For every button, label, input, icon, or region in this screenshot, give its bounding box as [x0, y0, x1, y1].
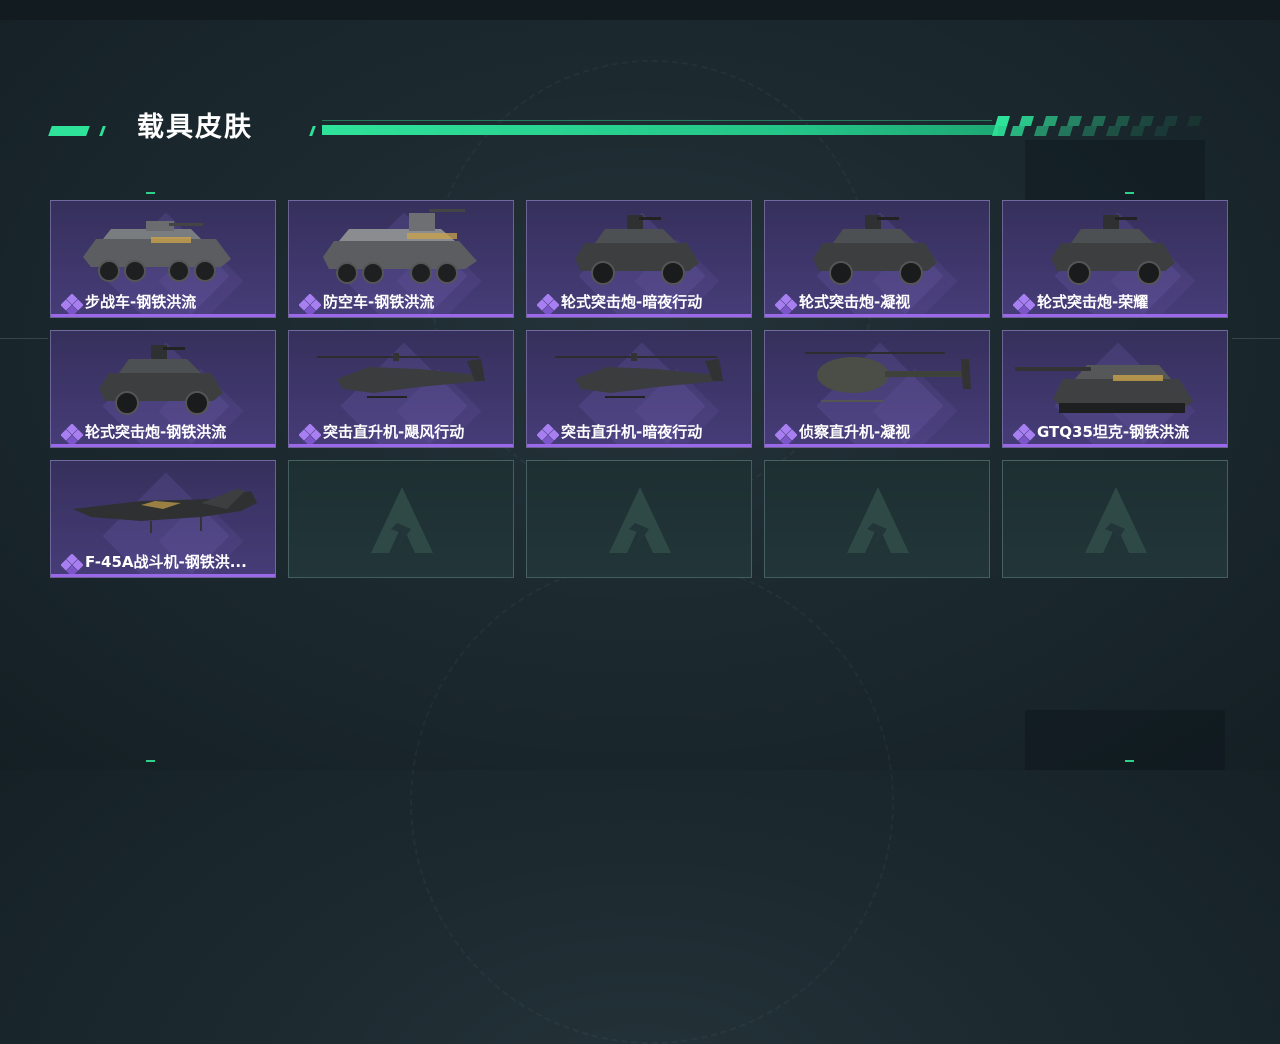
placeholder-logo-icon: [1085, 487, 1147, 553]
skin-card[interactable]: 突击直升机-暗夜行动: [526, 330, 752, 448]
skin-name: GTQ35坦克-钢铁洪流: [1037, 423, 1190, 441]
rarity-bar: [1003, 444, 1227, 447]
skin-name: 轮式突击炮-荣耀: [1037, 293, 1149, 311]
empty-skin-slot: [526, 460, 752, 578]
skin-name: 轮式突击炮-钢铁洪流: [85, 423, 227, 441]
empty-skin-slot: [288, 460, 514, 578]
rarity-bar: [765, 314, 989, 317]
skin-card[interactable]: GTQ35坦克-钢铁洪流: [1002, 330, 1228, 448]
empty-skin-slot: [1002, 460, 1228, 578]
rarity-bar: [765, 444, 989, 447]
skin-name: 轮式突击炮-暗夜行动: [561, 293, 703, 311]
corner-marker: [146, 192, 155, 194]
rarity-bar: [51, 444, 275, 447]
header-thin-line: [322, 120, 992, 121]
rarity-gem-icon: [61, 424, 83, 446]
side-line: [0, 338, 48, 339]
rarity-gem-icon: [299, 424, 321, 446]
skin-card[interactable]: F-45A战斗机-钢铁洪...: [50, 460, 276, 578]
skin-name: 侦察直升机-凝视: [799, 423, 911, 441]
header-accent-slash: [99, 126, 106, 136]
top-bar: [0, 0, 1280, 20]
rarity-gem-icon: [1013, 424, 1035, 446]
rarity-gem-icon: [537, 424, 559, 446]
armored-car-icon: [99, 345, 223, 415]
skin-card[interactable]: 轮式突击炮-凝视: [764, 200, 990, 318]
skin-name: 突击直升机-飓风行动: [323, 423, 465, 441]
armored-car-icon: [575, 215, 699, 285]
skin-card[interactable]: 防空车-钢铁洪流: [288, 200, 514, 318]
skin-card[interactable]: 步战车-钢铁洪流: [50, 200, 276, 318]
skin-name: 轮式突击炮-凝视: [799, 293, 911, 311]
rarity-bar: [527, 314, 751, 317]
empty-skin-slot: [764, 460, 990, 578]
rarity-gem-icon: [61, 554, 83, 576]
placeholder-logo-icon: [609, 487, 671, 553]
rarity-gem-icon: [299, 294, 321, 316]
rarity-gem-icon: [537, 294, 559, 316]
armored-car-icon: [813, 215, 937, 285]
rarity-bar: [51, 314, 275, 317]
skin-card[interactable]: 轮式突击炮-荣耀: [1002, 200, 1228, 318]
skin-card[interactable]: 突击直升机-飓风行动: [288, 330, 514, 448]
attack-helicopter-icon: [317, 353, 485, 398]
rarity-gem-icon: [1013, 294, 1035, 316]
placeholder-logo-icon: [847, 487, 909, 553]
corner-marker: [146, 760, 155, 762]
skin-name: F-45A战斗机-钢铁洪...: [85, 553, 247, 571]
background-ring: [410, 560, 894, 1044]
corner-marker: [1125, 760, 1134, 762]
corner-marker: [1125, 192, 1134, 194]
skin-card[interactable]: 轮式突击炮-钢铁洪流: [50, 330, 276, 448]
skin-name: 防空车-钢铁洪流: [323, 293, 435, 311]
aa-vehicle-icon: [323, 209, 477, 284]
header-accent-block: [48, 126, 90, 136]
ifv-8wheel-icon: [83, 221, 231, 282]
rarity-bar: [289, 444, 513, 447]
checker-pattern: [992, 116, 1202, 136]
section-title: 载具皮肤: [137, 112, 253, 143]
scout-helicopter-icon: [805, 352, 971, 402]
attack-helicopter-icon: [555, 353, 723, 398]
skin-card[interactable]: 轮式突击炮-暗夜行动: [526, 200, 752, 318]
rarity-bar: [289, 314, 513, 317]
fighter-jet-icon: [73, 489, 257, 533]
rarity-bar: [527, 444, 751, 447]
skin-card[interactable]: 侦察直升机-凝视: [764, 330, 990, 448]
rarity-gem-icon: [775, 424, 797, 446]
header-accent-line: [322, 125, 998, 135]
skin-name: 突击直升机-暗夜行动: [561, 423, 703, 441]
skin-name: 步战车-钢铁洪流: [85, 293, 197, 311]
placeholder-logo-icon: [371, 487, 433, 553]
rarity-gem-icon: [775, 294, 797, 316]
header-accent-slash: [309, 126, 316, 136]
rarity-bar: [1003, 314, 1227, 317]
armored-car-icon: [1051, 215, 1175, 285]
rarity-bar: [51, 574, 275, 577]
rarity-gem-icon: [61, 294, 83, 316]
tank-icon: [1015, 365, 1193, 413]
side-line: [1232, 338, 1280, 339]
